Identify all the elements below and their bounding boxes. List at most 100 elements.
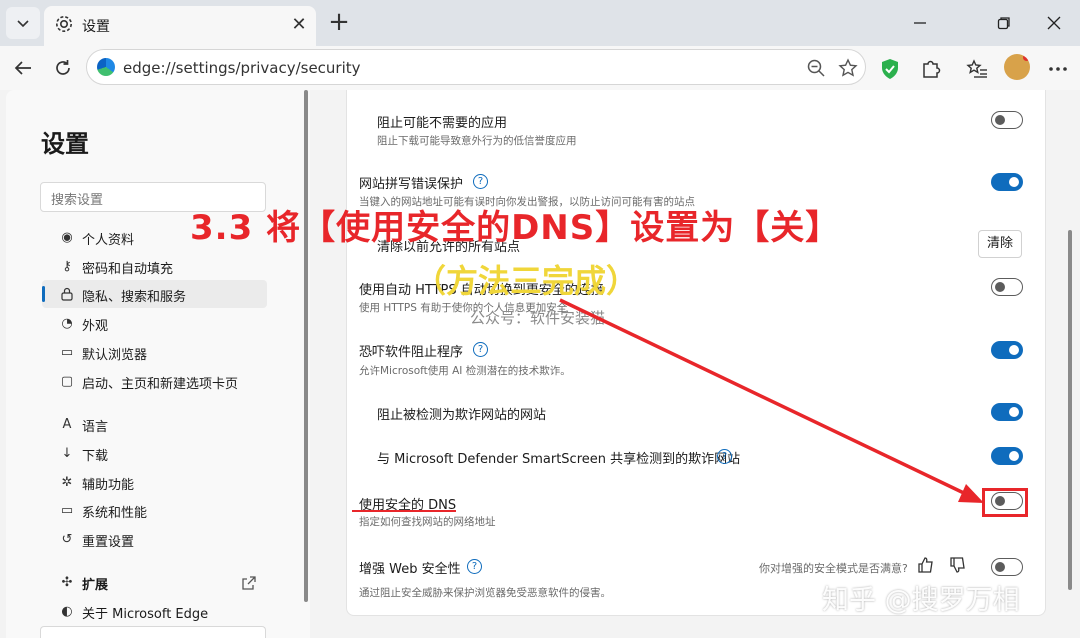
sidebar-scrollbar[interactable] (304, 90, 308, 602)
close-tab-icon[interactable]: ✕ (288, 13, 310, 35)
shield-extension-icon[interactable] (877, 56, 903, 82)
sidebar-item-label: 下载 (82, 449, 109, 464)
tab-strip: 设置 ✕ + (0, 0, 1080, 46)
content-scrollbar[interactable] (1068, 230, 1072, 590)
help-icon[interactable]: ? (473, 342, 488, 357)
block-scam-title: 阻止被检测为欺诈网站的网站 (377, 408, 547, 423)
pua-desc: 阻止下载可能导致意外行为的低信誉度应用 (377, 135, 577, 147)
active-indicator (42, 286, 45, 302)
sidebar-item-passwords[interactable]: ⚷ 密码和自动填充 (42, 252, 267, 280)
sidebar-item-label: 重置设置 (82, 535, 135, 550)
language-icon: A (62, 416, 72, 432)
help-icon[interactable]: ? (717, 449, 732, 464)
sidebar-bottom-panel (40, 626, 266, 638)
sidebar-item-label: 语言 (82, 420, 109, 435)
lock-icon (58, 285, 76, 303)
share-toggle[interactable] (991, 447, 1023, 465)
close-icon (1047, 16, 1061, 30)
help-icon[interactable]: ? (467, 559, 482, 574)
extensions-puzzle-icon[interactable] (918, 56, 944, 82)
clear-button[interactable]: 清除 (978, 230, 1022, 258)
scareware-title: 恐吓软件阻止程序 (359, 345, 464, 360)
accessibility-icon: ✲ (61, 474, 73, 490)
annotation-underline (352, 510, 456, 512)
home-icon: ▢ (60, 373, 74, 389)
download-icon: ↓ (61, 445, 73, 461)
sidebar-item-label: 默认浏览器 (82, 348, 148, 363)
back-button[interactable] (8, 54, 38, 82)
thumbs-down-icon[interactable] (949, 556, 967, 574)
external-link-icon[interactable] (241, 575, 257, 591)
typo-toggle[interactable] (991, 173, 1023, 191)
sidebar-item-default-browser[interactable]: ▭ 默认浏览器 (42, 338, 267, 366)
sidebar-item-about[interactable]: ◐ 关于 Microsoft Edge (42, 597, 267, 625)
sidebar-item-label: 启动、主页和新建选项卡页 (82, 377, 239, 392)
block-scam-toggle[interactable] (991, 403, 1023, 421)
settings-sidebar: 设置 搜索设置 ◉ 个人资料 ⚷ 密码和自动填充 隐私、搜索和服务 ◔ 外观 ▭… (6, 90, 310, 638)
settings-title: 设置 (41, 130, 89, 158)
extension-icon: ✣ (61, 574, 73, 590)
sidebar-item-downloads[interactable]: ↓ 下载 (42, 439, 267, 467)
edge-icon: ◐ (61, 603, 73, 619)
scareware-toggle[interactable] (991, 341, 1023, 359)
sidebar-item-start-home[interactable]: ▢ 启动、主页和新建选项卡页 (42, 367, 267, 395)
sidebar-item-label: 个人资料 (82, 233, 135, 248)
security-settings-card: 阻止可能不需要的应用 阻止下载可能导致意外行为的低信誉度应用 网站拼写错误保护 … (346, 90, 1046, 616)
share-title: 与 Microsoft Defender SmartScreen 共享检测到的欺… (377, 452, 741, 467)
favorites-list-icon[interactable] (964, 56, 990, 82)
sidebar-item-label: 系统和性能 (82, 506, 148, 521)
sidebar-item-appearance[interactable]: ◔ 外观 (42, 309, 267, 337)
refresh-icon (56, 60, 70, 75)
sidebar-item-extensions[interactable]: ✣ 扩展 (42, 568, 267, 596)
edge-logo-icon (97, 58, 115, 76)
help-icon[interactable]: ? (473, 174, 488, 189)
sidebar-item-accessibility[interactable]: ✲ 辅助功能 (42, 468, 267, 496)
pua-toggle[interactable] (991, 111, 1023, 129)
sidebar-item-privacy[interactable]: 隐私、搜索和服务 (42, 280, 267, 308)
minimize-icon (914, 22, 926, 24)
profile-icon: ◉ (61, 229, 73, 245)
tab-settings[interactable]: 设置 ✕ (44, 6, 316, 46)
profile-avatar[interactable] (1004, 54, 1030, 80)
search-placeholder: 搜索设置 (51, 193, 104, 208)
address-bar[interactable]: edge://settings/privacy/security (86, 49, 866, 85)
tab-title: 设置 (82, 19, 110, 35)
key-icon: ⚷ (62, 258, 72, 274)
sidebar-item-system[interactable]: ▭ 系统和性能 (42, 496, 267, 524)
reset-icon: ↺ (61, 531, 73, 547)
more-menu-icon[interactable] (1045, 56, 1071, 82)
arrow-left-icon (14, 61, 31, 75)
sidebar-item-languages[interactable]: A 语言 (42, 410, 267, 438)
zoom-out-icon[interactable] (805, 57, 827, 79)
sidebar-item-label: 扩展 (82, 578, 109, 593)
restore-button[interactable] (982, 6, 1026, 40)
sidebar-item-label: 辅助功能 (82, 478, 135, 493)
browser-icon: ▭ (60, 344, 74, 360)
restore-icon (997, 17, 1010, 30)
typo-title: 网站拼写错误保护 (359, 177, 464, 192)
scareware-desc: 允许Microsoft使用 AI 检测潜在的技术欺诈。 (359, 365, 571, 377)
web-security-desc: 通过阻止安全威胁来保护浏览器免受恶意软件的侵害。 (359, 587, 611, 599)
laptop-icon: ▭ (60, 502, 74, 518)
new-tab-button[interactable]: + (324, 8, 354, 38)
feedback-question: 你对增强的安全模式是否满意? (759, 562, 908, 575)
annotation-subline: （方法三完成） (414, 262, 639, 300)
annotation-highlight-box (982, 488, 1028, 517)
sidebar-item-label: 外观 (82, 319, 109, 334)
refresh-button[interactable] (48, 54, 78, 82)
minimize-button[interactable] (898, 6, 942, 40)
favorite-star-icon[interactable] (837, 57, 859, 79)
sidebar-item-reset[interactable]: ↺ 重置设置 (42, 525, 267, 553)
browser-toolbar: edge://settings/privacy/security (0, 46, 1080, 90)
https-toggle[interactable] (991, 278, 1023, 296)
url-text[interactable]: edge://settings/privacy/security (123, 59, 361, 77)
sidebar-item-label: 关于 Microsoft Edge (82, 607, 209, 622)
gear-icon (56, 16, 72, 32)
tab-actions-button[interactable] (6, 7, 40, 39)
close-window-button[interactable] (1032, 6, 1076, 40)
web-security-toggle[interactable] (991, 558, 1023, 576)
palette-icon: ◔ (61, 315, 73, 331)
watermark-center: 公众号：软件安装猫 (470, 309, 606, 327)
thumbs-up-icon[interactable] (917, 556, 935, 574)
watermark-corner: 知乎 @搜罗万相 (822, 585, 1020, 616)
